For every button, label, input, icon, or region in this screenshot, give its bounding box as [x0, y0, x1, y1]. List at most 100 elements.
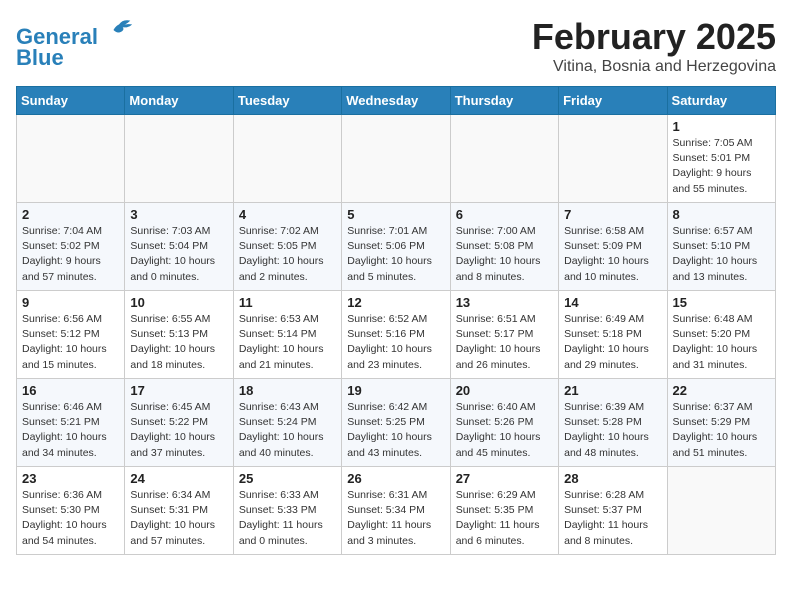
day-number: 6 [456, 207, 553, 222]
day-info: Sunrise: 6:56 AM Sunset: 5:12 PM Dayligh… [22, 312, 119, 373]
calendar-cell [342, 115, 450, 203]
day-number: 3 [130, 207, 227, 222]
page-header: General Blue February 2025 Vitina, Bosni… [16, 16, 776, 76]
calendar-cell: 5 Sunrise: 7:01 AM Sunset: 5:06 PM Daylig… [342, 203, 450, 291]
calendar-cell: 10Sunrise: 6:55 AM Sunset: 5:13 PM Dayli… [125, 291, 233, 379]
day-info: Sunrise: 6:46 AM Sunset: 5:21 PM Dayligh… [22, 400, 119, 461]
calendar-cell: 18Sunrise: 6:43 AM Sunset: 5:24 PM Dayli… [233, 379, 341, 467]
calendar-cell: 4 Sunrise: 7:02 AM Sunset: 5:05 PM Daylig… [233, 203, 341, 291]
weekday-header-row: SundayMondayTuesdayWednesdayThursdayFrid… [17, 87, 776, 115]
day-number: 23 [22, 471, 119, 486]
day-info: Sunrise: 6:58 AM Sunset: 5:09 PM Dayligh… [564, 224, 661, 285]
day-info: Sunrise: 6:36 AM Sunset: 5:30 PM Dayligh… [22, 488, 119, 549]
calendar-cell: 27 Sunrise: 6:29 AM Sunset: 5:35 PM Dayli… [450, 467, 558, 555]
calendar-cell: 14 Sunrise: 6:49 AM Sunset: 5:18 PM Dayli… [559, 291, 667, 379]
calendar-cell: 6Sunrise: 7:00 AM Sunset: 5:08 PM Daylig… [450, 203, 558, 291]
day-number: 21 [564, 383, 661, 398]
day-number: 12 [347, 295, 444, 310]
calendar-cell: 28Sunrise: 6:28 AM Sunset: 5:37 PM Dayli… [559, 467, 667, 555]
day-number: 22 [673, 383, 770, 398]
day-info: Sunrise: 6:42 AM Sunset: 5:25 PM Dayligh… [347, 400, 444, 461]
day-info: Sunrise: 6:28 AM Sunset: 5:37 PM Dayligh… [564, 488, 661, 549]
weekday-saturday: Saturday [667, 87, 775, 115]
calendar-cell: 8 Sunrise: 6:57 AM Sunset: 5:10 PM Daylig… [667, 203, 775, 291]
subtitle: Vitina, Bosnia and Herzegovina [532, 58, 776, 76]
day-number: 4 [239, 207, 336, 222]
day-number: 5 [347, 207, 444, 222]
calendar-cell: 9 Sunrise: 6:56 AM Sunset: 5:12 PM Daylig… [17, 291, 125, 379]
calendar-cell: 2Sunrise: 7:04 AM Sunset: 5:02 PM Daylig… [17, 203, 125, 291]
day-number: 15 [673, 295, 770, 310]
day-info: Sunrise: 6:57 AM Sunset: 5:10 PM Dayligh… [673, 224, 770, 285]
calendar-cell: 15Sunrise: 6:48 AM Sunset: 5:20 PM Dayli… [667, 291, 775, 379]
week-row-1: 1 Sunrise: 7:05 AM Sunset: 5:01 PM Daylig… [17, 115, 776, 203]
day-info: Sunrise: 6:51 AM Sunset: 5:17 PM Dayligh… [456, 312, 553, 373]
day-number: 9 [22, 295, 119, 310]
day-number: 27 [456, 471, 553, 486]
calendar-cell: 24 Sunrise: 6:34 AM Sunset: 5:31 PM Dayli… [125, 467, 233, 555]
calendar-cell: 3 Sunrise: 7:03 AM Sunset: 5:04 PM Daylig… [125, 203, 233, 291]
calendar-body: 1 Sunrise: 7:05 AM Sunset: 5:01 PM Daylig… [17, 115, 776, 555]
day-info: Sunrise: 6:37 AM Sunset: 5:29 PM Dayligh… [673, 400, 770, 461]
day-number: 18 [239, 383, 336, 398]
calendar-cell: 21 Sunrise: 6:39 AM Sunset: 5:28 PM Dayli… [559, 379, 667, 467]
week-row-5: 23 Sunrise: 6:36 AM Sunset: 5:30 PM Dayli… [17, 467, 776, 555]
day-info: Sunrise: 6:52 AM Sunset: 5:16 PM Dayligh… [347, 312, 444, 373]
day-number: 19 [347, 383, 444, 398]
main-title: February 2025 [532, 16, 776, 58]
calendar-cell: 22 Sunrise: 6:37 AM Sunset: 5:29 PM Dayli… [667, 379, 775, 467]
day-number: 26 [347, 471, 444, 486]
calendar-cell: 17 Sunrise: 6:45 AM Sunset: 5:22 PM Dayli… [125, 379, 233, 467]
weekday-monday: Monday [125, 87, 233, 115]
day-number: 14 [564, 295, 661, 310]
logo: General Blue [16, 16, 134, 71]
calendar-cell [450, 115, 558, 203]
calendar-cell [667, 467, 775, 555]
calendar-cell: 12 Sunrise: 6:52 AM Sunset: 5:16 PM Dayli… [342, 291, 450, 379]
calendar-cell [125, 115, 233, 203]
week-row-3: 9 Sunrise: 6:56 AM Sunset: 5:12 PM Daylig… [17, 291, 776, 379]
week-row-2: 2Sunrise: 7:04 AM Sunset: 5:02 PM Daylig… [17, 203, 776, 291]
day-info: Sunrise: 6:53 AM Sunset: 5:14 PM Dayligh… [239, 312, 336, 373]
calendar-cell: 11 Sunrise: 6:53 AM Sunset: 5:14 PM Dayli… [233, 291, 341, 379]
calendar-cell: 25Sunrise: 6:33 AM Sunset: 5:33 PM Dayli… [233, 467, 341, 555]
day-info: Sunrise: 6:29 AM Sunset: 5:35 PM Dayligh… [456, 488, 553, 549]
weekday-tuesday: Tuesday [233, 87, 341, 115]
day-info: Sunrise: 7:01 AM Sunset: 5:06 PM Dayligh… [347, 224, 444, 285]
calendar-cell: 16 Sunrise: 6:46 AM Sunset: 5:21 PM Dayli… [17, 379, 125, 467]
day-number: 1 [673, 119, 770, 134]
day-number: 11 [239, 295, 336, 310]
calendar-cell: 23 Sunrise: 6:36 AM Sunset: 5:30 PM Dayli… [17, 467, 125, 555]
day-number: 20 [456, 383, 553, 398]
day-info: Sunrise: 7:05 AM Sunset: 5:01 PM Dayligh… [673, 136, 770, 197]
calendar-cell: 7 Sunrise: 6:58 AM Sunset: 5:09 PM Daylig… [559, 203, 667, 291]
title-block: February 2025 Vitina, Bosnia and Herzego… [532, 16, 776, 76]
day-number: 7 [564, 207, 661, 222]
day-number: 17 [130, 383, 227, 398]
day-info: Sunrise: 6:39 AM Sunset: 5:28 PM Dayligh… [564, 400, 661, 461]
calendar-table: SundayMondayTuesdayWednesdayThursdayFrid… [16, 86, 776, 555]
day-number: 8 [673, 207, 770, 222]
day-info: Sunrise: 6:31 AM Sunset: 5:34 PM Dayligh… [347, 488, 444, 549]
calendar-cell: 26 Sunrise: 6:31 AM Sunset: 5:34 PM Dayli… [342, 467, 450, 555]
calendar-cell [559, 115, 667, 203]
day-number: 2 [22, 207, 119, 222]
day-number: 10 [130, 295, 227, 310]
calendar-cell [17, 115, 125, 203]
weekday-friday: Friday [559, 87, 667, 115]
day-number: 13 [456, 295, 553, 310]
day-number: 25 [239, 471, 336, 486]
day-info: Sunrise: 6:49 AM Sunset: 5:18 PM Dayligh… [564, 312, 661, 373]
calendar-cell: 20Sunrise: 6:40 AM Sunset: 5:26 PM Dayli… [450, 379, 558, 467]
weekday-thursday: Thursday [450, 87, 558, 115]
day-info: Sunrise: 7:03 AM Sunset: 5:04 PM Dayligh… [130, 224, 227, 285]
day-number: 16 [22, 383, 119, 398]
weekday-sunday: Sunday [17, 87, 125, 115]
calendar-cell: 19 Sunrise: 6:42 AM Sunset: 5:25 PM Dayli… [342, 379, 450, 467]
day-info: Sunrise: 7:02 AM Sunset: 5:05 PM Dayligh… [239, 224, 336, 285]
day-info: Sunrise: 6:45 AM Sunset: 5:22 PM Dayligh… [130, 400, 227, 461]
day-number: 24 [130, 471, 227, 486]
week-row-4: 16 Sunrise: 6:46 AM Sunset: 5:21 PM Dayli… [17, 379, 776, 467]
day-info: Sunrise: 6:34 AM Sunset: 5:31 PM Dayligh… [130, 488, 227, 549]
calendar-cell [233, 115, 341, 203]
